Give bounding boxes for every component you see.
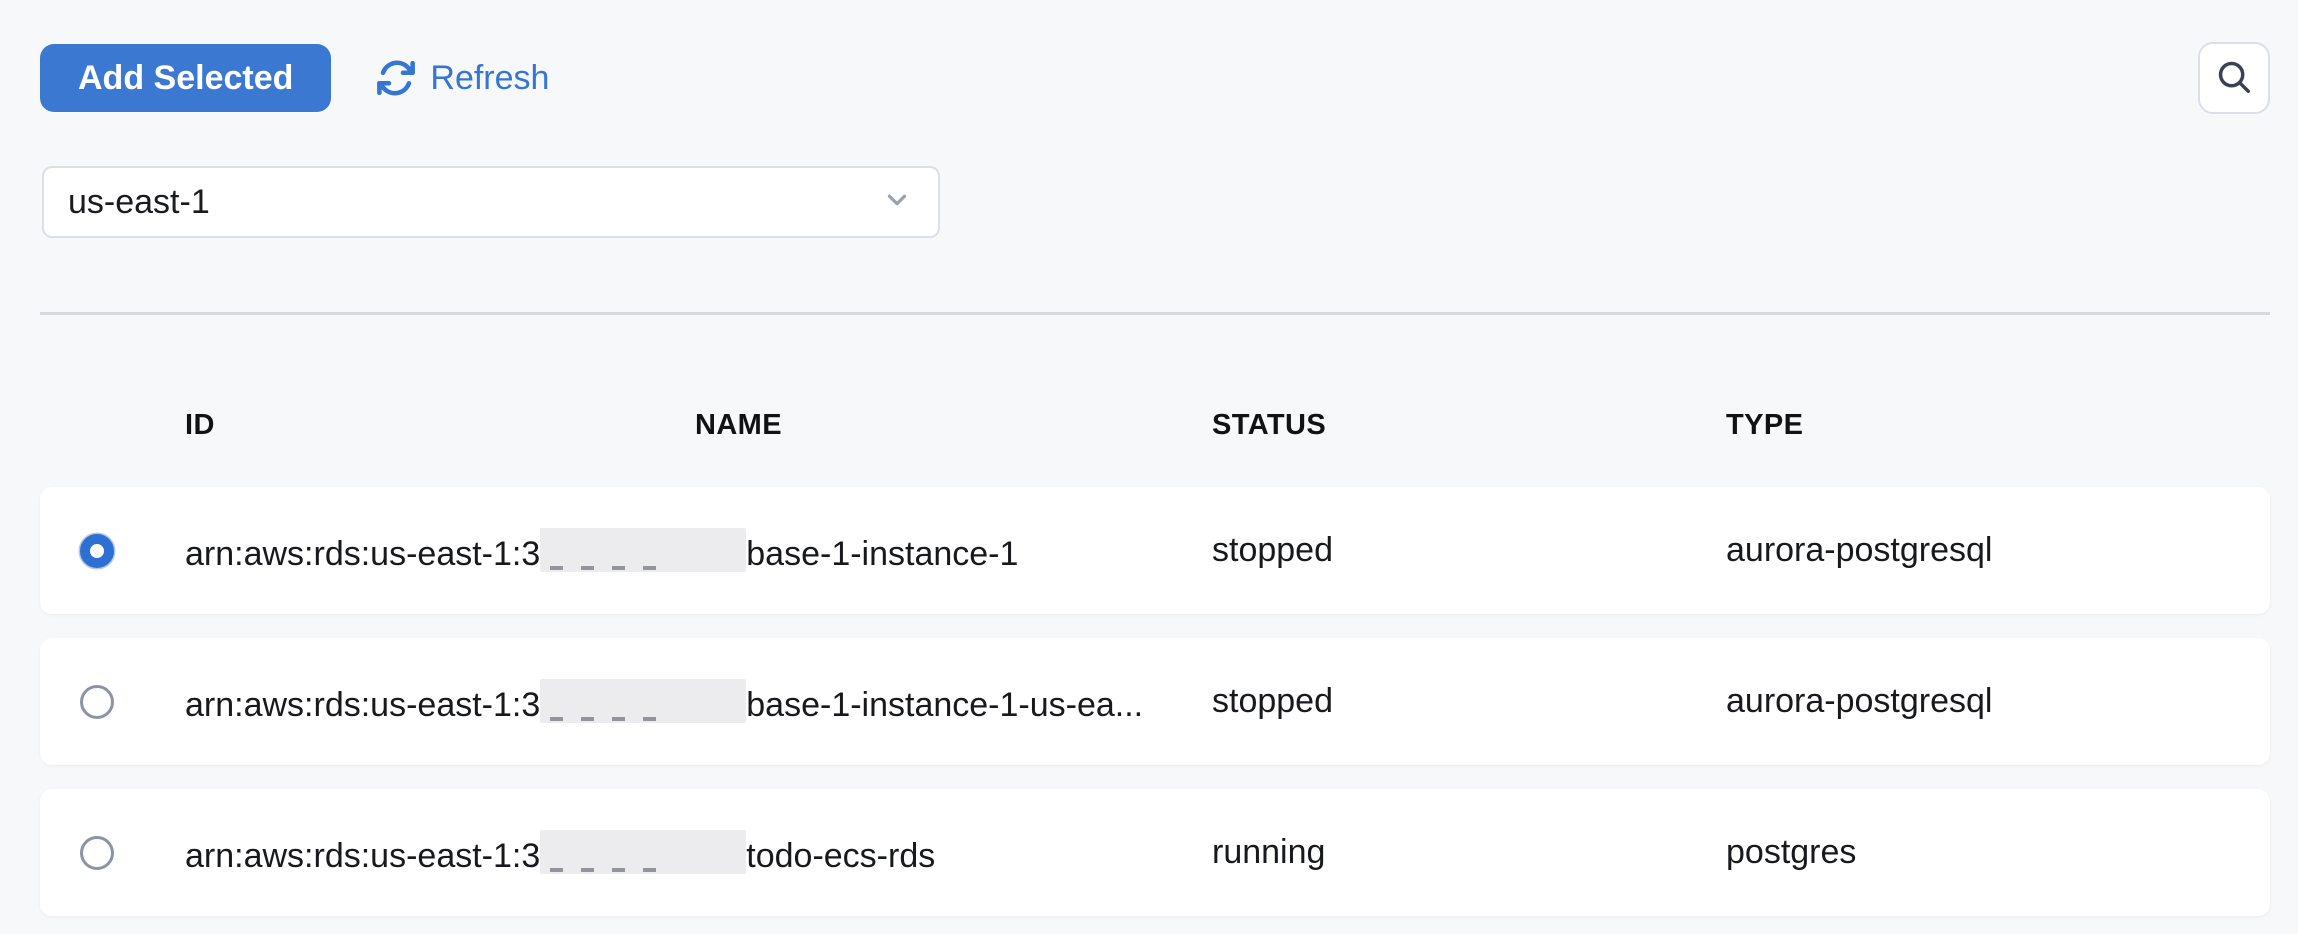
instance-id-suffix: base-1-instance-1: [746, 535, 1018, 573]
redaction-box: [540, 830, 746, 874]
refresh-icon: [375, 57, 417, 99]
radio-cell: [40, 685, 185, 719]
instance-type: aurora-postgresql: [1726, 531, 2270, 570]
radio-cell: [40, 836, 185, 870]
column-header-status: STATUS: [1212, 409, 1726, 442]
region-select-value: us-east-1: [68, 183, 210, 222]
instance-id: arn:aws:rds:us-east-1:3 base-1-instance-1: [185, 528, 1212, 574]
instance-type: aurora-postgresql: [1726, 682, 2270, 721]
instance-status: stopped: [1212, 531, 1726, 570]
instances-table: ID NAME STATUS TYPE arn:aws:rds:us-east-…: [40, 370, 2270, 916]
refresh-label: Refresh: [430, 59, 549, 98]
table-row[interactable]: arn:aws:rds:us-east-1:3 todo-ecs-rds runn…: [40, 789, 2270, 916]
radio-cell: [40, 534, 185, 568]
instance-id-suffix: base-1-instance-1-us-ea...: [746, 686, 1143, 724]
radio-button[interactable]: [80, 685, 114, 719]
instance-id-prefix: arn:aws:rds:us-east-1:3: [185, 535, 540, 573]
instance-id: arn:aws:rds:us-east-1:3 base-1-instance-1…: [185, 679, 1212, 725]
instance-status: running: [1212, 833, 1726, 872]
radio-button[interactable]: [80, 836, 114, 870]
table-header-row: ID NAME STATUS TYPE: [40, 370, 2270, 480]
refresh-button[interactable]: Refresh: [375, 57, 549, 99]
table-body: arn:aws:rds:us-east-1:3 base-1-instance-1…: [40, 487, 2270, 916]
column-header-id: ID: [185, 409, 695, 442]
rds-instance-picker-page: Add Selected Refresh us-east: [0, 0, 2298, 934]
instance-id: arn:aws:rds:us-east-1:3 todo-ecs-rds: [185, 830, 1212, 876]
search-icon: [2215, 58, 2253, 99]
instance-id-prefix: arn:aws:rds:us-east-1:3: [185, 686, 540, 724]
redaction-box: [540, 528, 746, 572]
search-button[interactable]: [2198, 42, 2270, 114]
instance-id-prefix: arn:aws:rds:us-east-1:3: [185, 837, 540, 875]
radio-button[interactable]: [80, 534, 114, 568]
chevron-down-icon: [882, 185, 912, 220]
region-select[interactable]: us-east-1: [42, 166, 940, 238]
instance-type: postgres: [1726, 833, 2270, 872]
column-header-name: NAME: [695, 409, 1212, 442]
add-selected-button[interactable]: Add Selected: [40, 44, 331, 112]
instance-id-suffix: todo-ecs-rds: [746, 837, 935, 875]
instance-status: stopped: [1212, 682, 1726, 721]
toolbar: Add Selected Refresh: [0, 0, 2298, 112]
redaction-box: [540, 679, 746, 723]
table-row[interactable]: arn:aws:rds:us-east-1:3 base-1-instance-1…: [40, 487, 2270, 614]
column-header-type: TYPE: [1726, 409, 2270, 442]
table-row[interactable]: arn:aws:rds:us-east-1:3 base-1-instance-1…: [40, 638, 2270, 765]
section-divider: [40, 312, 2270, 315]
